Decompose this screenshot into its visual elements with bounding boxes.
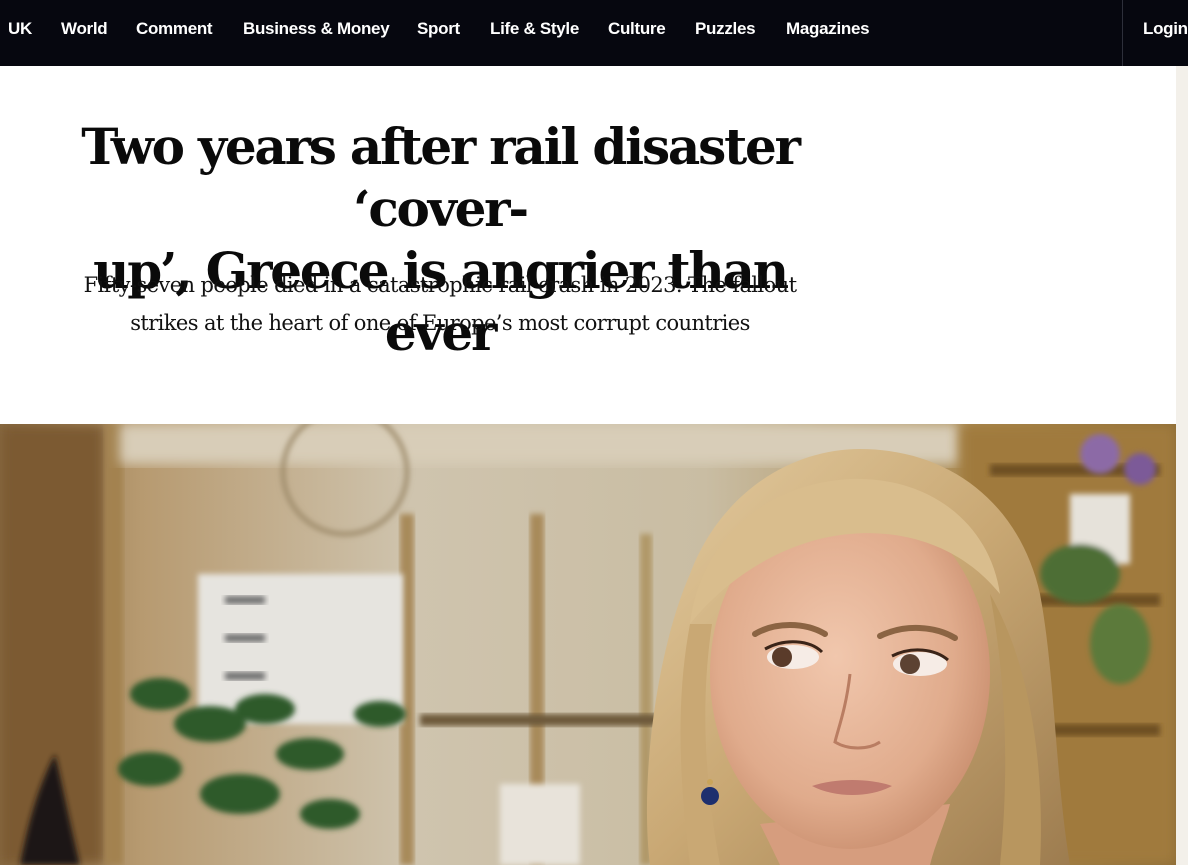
hero-photo-illustration — [0, 424, 1176, 865]
standfirst-line-1: Fifty-seven people died in a catastrophi… — [83, 273, 797, 297]
nav-item-culture[interactable]: Culture — [608, 0, 666, 58]
nav-divider — [1122, 0, 1123, 66]
page-right-margin — [1176, 66, 1188, 865]
article-standfirst: Fifty-seven people died in a catastrophi… — [40, 266, 840, 342]
headline-line-1: Two years after rail disaster ‘cover- — [81, 117, 801, 238]
top-navigation-bar: UK World Comment Business & Money Sport … — [0, 0, 1188, 66]
nav-item-life-style[interactable]: Life & Style — [490, 0, 579, 58]
nav-item-sport[interactable]: Sport — [417, 0, 460, 58]
nav-item-magazines[interactable]: Magazines — [786, 0, 870, 58]
hero-photo — [0, 424, 1176, 865]
nav-item-world[interactable]: World — [61, 0, 108, 58]
nav-item-puzzles[interactable]: Puzzles — [695, 0, 756, 58]
nav-item-business-money[interactable]: Business & Money — [243, 0, 390, 58]
nav-item-uk[interactable]: UK — [8, 0, 32, 58]
nav-item-comment[interactable]: Comment — [136, 0, 213, 58]
standfirst-line-2: strikes at the heart of one of Europe’s … — [130, 311, 750, 335]
login-link[interactable]: Login — [1143, 0, 1188, 58]
